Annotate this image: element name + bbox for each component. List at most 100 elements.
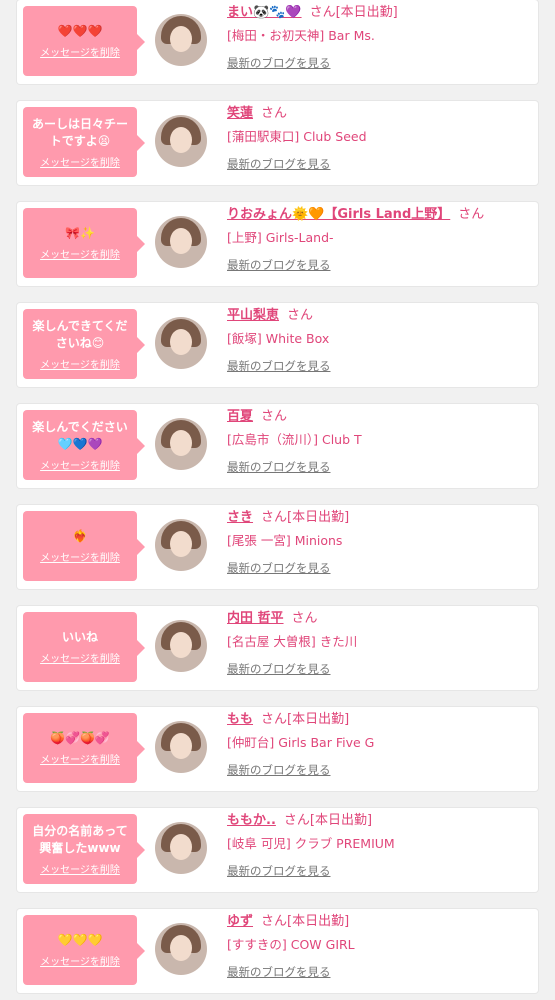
name-line: 笑蓮 さん: [227, 104, 530, 124]
avatar[interactable]: [155, 721, 207, 773]
latest-blog-link[interactable]: 最新のブログを見る: [227, 863, 530, 879]
latest-blog-link[interactable]: 最新のブログを見る: [227, 661, 530, 677]
shop-name: [尾張 一宮] Minions: [227, 533, 343, 548]
honorific: さん: [309, 5, 336, 20]
name-line: ももか.. さん[本日出勤]: [227, 811, 530, 831]
message-card: 🍑💞🍑💞 メッセージを削除 もも さん[本日出勤] [仲町台] Girls Bar Fi…: [17, 707, 538, 791]
latest-blog-link[interactable]: 最新のブログを見る: [227, 762, 530, 778]
working-today-badge: [本日出勤]: [335, 5, 398, 20]
avatar[interactable]: [155, 519, 207, 571]
honorific: さん: [283, 813, 310, 828]
delete-message-link[interactable]: メッセージを削除: [40, 549, 120, 564]
profile-name-link[interactable]: 笑蓮: [227, 106, 253, 121]
delete-message-link[interactable]: メッセージを削除: [40, 861, 120, 876]
message-text: あーしは日々チートですよ😫: [31, 116, 128, 148]
message-bubble: ❤️❤️❤️ メッセージを削除: [23, 6, 145, 76]
avatar-face: [170, 228, 192, 254]
message-text: 🎀✨: [65, 226, 95, 240]
name-line: 内田 哲平 さん: [227, 609, 530, 629]
avatar-face: [170, 733, 192, 759]
shop-name: [梅田・お初天神] Bar Ms.: [227, 28, 375, 43]
profile-info: 平山梨恵 さん [飯塚] White Box 最新のブログを見る: [227, 306, 530, 374]
name-line: 平山梨恵 さん: [227, 306, 530, 326]
message-text: 楽しんでください🩵💙💜: [32, 419, 128, 451]
delete-message-link[interactable]: メッセージを削除: [40, 650, 120, 665]
message-bubble: 🍑💞🍑💞 メッセージを削除: [23, 713, 145, 783]
message-card: 自分の名前あって興奮したwww メッセージを削除 ももか.. さん[本日出勤] [岐阜 …: [17, 808, 538, 892]
honorific: さん: [291, 611, 318, 626]
profile-name-link[interactable]: 百夏: [227, 409, 253, 424]
shop-name: [広島市（流川）] Club T: [227, 432, 362, 447]
avatar[interactable]: [155, 317, 207, 369]
message-text: 💛💛💛: [57, 933, 103, 947]
delete-message-link[interactable]: メッセージを削除: [40, 953, 120, 968]
honorific: さん: [261, 712, 288, 727]
delete-message-link[interactable]: メッセージを削除: [40, 246, 120, 261]
delete-message-link[interactable]: メッセージを削除: [40, 44, 120, 59]
latest-blog-link[interactable]: 最新のブログを見る: [227, 257, 530, 273]
latest-blog-link[interactable]: 最新のブログを見る: [227, 459, 530, 475]
latest-blog-link[interactable]: 最新のブログを見る: [227, 156, 530, 172]
name-line: 百夏 さん: [227, 407, 530, 427]
shop-name: [飯塚] White Box: [227, 331, 330, 346]
shop-name: [岐阜 可児] クラブ PREMIUM: [227, 836, 395, 851]
avatar[interactable]: [155, 923, 207, 975]
delete-message-link[interactable]: メッセージを削除: [40, 154, 120, 169]
profile-info: まい🐼🐾💜 さん[本日出勤] [梅田・お初天神] Bar Ms. 最新のブログを見る: [227, 3, 530, 71]
profile-name-link[interactable]: ももか..: [227, 813, 276, 828]
latest-blog-link[interactable]: 最新のブログを見る: [227, 358, 530, 374]
message-bubble: 💛💛💛 メッセージを削除: [23, 915, 145, 985]
shop-name: [上野] Girls-Land-: [227, 230, 334, 245]
message-bubble: 🎀✨ メッセージを削除: [23, 208, 145, 278]
message-card: あーしは日々チートですよ😫 メッセージを削除 笑蓮 さん [蒲田駅東口] Club Se…: [17, 101, 538, 185]
avatar[interactable]: [155, 115, 207, 167]
latest-blog-link[interactable]: 最新のブログを見る: [227, 55, 530, 71]
profile-info: もも さん[本日出勤] [仲町台] Girls Bar Five G 最新のブログを見…: [227, 710, 530, 778]
message-text: 🍑💞🍑💞: [50, 731, 110, 745]
avatar-face: [170, 834, 192, 860]
message-card: ❤️❤️❤️ メッセージを削除 まい🐼🐾💜 さん[本日出勤] [梅田・お初天神] Bar…: [17, 0, 538, 84]
avatar[interactable]: [155, 216, 207, 268]
message-card: いいねメッセージを削除 内田 哲平 さん [名古屋 大曽根] きた川 最新のブログを見る: [17, 606, 538, 690]
message-bubble: 楽しんできてくださいね😊 メッセージを削除: [23, 309, 145, 379]
avatar[interactable]: [155, 822, 207, 874]
avatar-face: [170, 935, 192, 961]
profile-name-link[interactable]: 平山梨恵: [227, 308, 279, 323]
latest-blog-link[interactable]: 最新のブログを見る: [227, 964, 530, 980]
message-bubble: ❤️‍🔥 メッセージを削除: [23, 511, 145, 581]
avatar[interactable]: [155, 14, 207, 66]
name-line: ゆず さん[本日出勤]: [227, 912, 530, 932]
message-text: いいね: [61, 630, 98, 644]
profile-info: 百夏 さん [広島市（流川）] Club T 最新のブログを見る: [227, 407, 530, 475]
message-card: 🎀✨ メッセージを削除 りおみょん🌞🧡【Girls Land上野】 さん [上野] Gi…: [17, 202, 538, 286]
message-text: ❤️❤️❤️: [57, 24, 103, 38]
profile-name-link[interactable]: りおみょん🌞🧡【Girls Land上野】: [227, 207, 450, 222]
delete-message-link[interactable]: メッセージを削除: [40, 457, 120, 472]
profile-info: りおみょん🌞🧡【Girls Land上野】 さん [上野] Girls-Land- 最…: [227, 205, 530, 273]
profile-name-link[interactable]: もも: [227, 712, 253, 727]
shop-name: [蒲田駅東口] Club Seed: [227, 129, 367, 144]
message-text: ❤️‍🔥: [72, 529, 88, 543]
message-bubble: いいねメッセージを削除: [23, 612, 145, 682]
profile-name-link[interactable]: 内田 哲平: [227, 611, 284, 626]
message-text: 楽しんできてくださいね😊: [32, 318, 128, 350]
message-bubble: 自分の名前あって興奮したwww メッセージを削除: [23, 814, 145, 884]
shop-name: [仲町台] Girls Bar Five G: [227, 735, 375, 750]
avatar[interactable]: [155, 620, 207, 672]
profile-info: 内田 哲平 さん [名古屋 大曽根] きた川 最新のブログを見る: [227, 609, 530, 677]
message-bubble: 楽しんでください🩵💙💜 メッセージを削除: [23, 410, 145, 480]
delete-message-link[interactable]: メッセージを削除: [40, 751, 120, 766]
avatar-face: [170, 632, 192, 658]
profile-name-link[interactable]: まい🐼🐾💜: [227, 5, 302, 20]
latest-blog-link[interactable]: 最新のブログを見る: [227, 560, 530, 576]
delete-message-link[interactable]: メッセージを削除: [40, 356, 120, 371]
working-today-badge: [本日出勤]: [287, 510, 350, 525]
avatar[interactable]: [155, 418, 207, 470]
name-line: まい🐼🐾💜 さん[本日出勤]: [227, 3, 530, 23]
profile-name-link[interactable]: ゆず: [227, 914, 253, 929]
avatar-face: [170, 430, 192, 456]
profile-name-link[interactable]: さき: [227, 510, 253, 525]
honorific: さん: [261, 914, 288, 929]
message-card: 楽しんできてくださいね😊 メッセージを削除 平山梨恵 さん [飯塚] White Box…: [17, 303, 538, 387]
profile-info: ももか.. さん[本日出勤] [岐阜 可児] クラブ PREMIUM 最新のブログを見…: [227, 811, 530, 879]
